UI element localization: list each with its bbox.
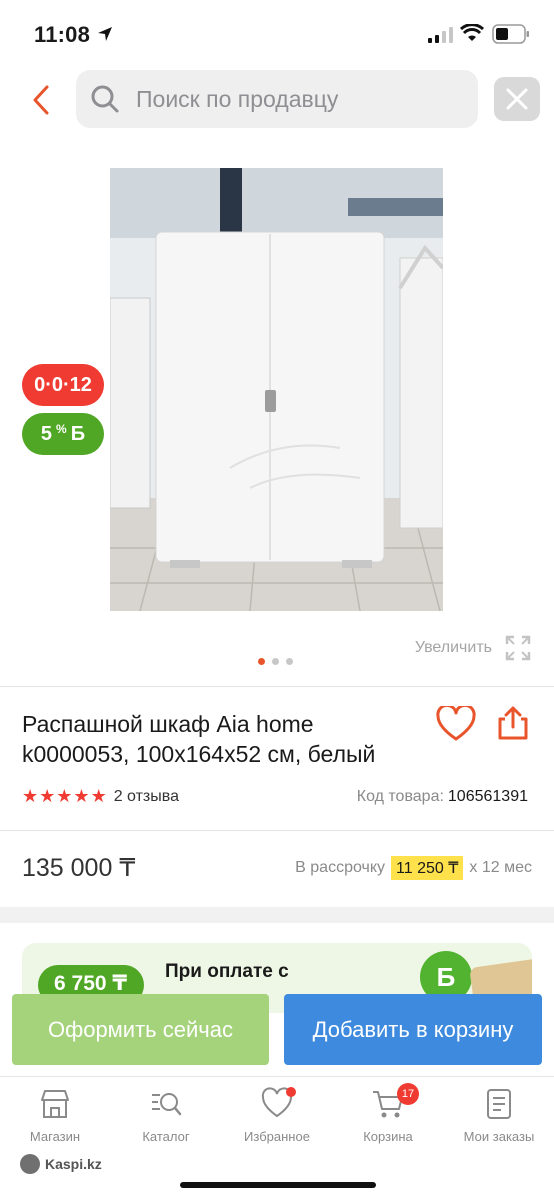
status-bar: 11:08 bbox=[0, 0, 554, 64]
close-icon bbox=[506, 88, 528, 110]
divider bbox=[0, 686, 554, 687]
home-indicator bbox=[180, 1182, 376, 1188]
installment-offer[interactable]: В рассрочку 11 250 ₸ x 12 мес bbox=[295, 856, 532, 880]
star-icon: ★ bbox=[90, 786, 107, 806]
star-icon: ★ bbox=[22, 786, 39, 806]
close-search-button[interactable] bbox=[494, 77, 540, 121]
back-button[interactable] bbox=[26, 80, 56, 120]
tab-label: Избранное bbox=[244, 1129, 310, 1144]
installment-badge: 0·0·12 bbox=[22, 364, 104, 406]
tab-favorites[interactable]: Избранное bbox=[222, 1087, 332, 1144]
gallery-pagination bbox=[258, 658, 293, 665]
brand-name: Kaspi.kz bbox=[45, 1156, 102, 1172]
product-image[interactable] bbox=[110, 168, 443, 611]
installment-term: x 12 мес bbox=[469, 859, 532, 876]
wifi-icon bbox=[460, 24, 484, 41]
installment-amount: 11 250 ₸ bbox=[391, 856, 464, 880]
bonus-percent: 5 bbox=[40, 422, 53, 445]
buy-now-button[interactable]: Оформить сейчас bbox=[12, 994, 269, 1065]
search-icon bbox=[91, 85, 119, 113]
reviews-link[interactable]: 2 отзыва bbox=[114, 788, 179, 806]
signal-icon bbox=[428, 27, 453, 43]
battery-icon bbox=[492, 24, 529, 44]
tab-catalog[interactable]: Каталог bbox=[111, 1087, 221, 1144]
status-time: 11:08 bbox=[34, 22, 91, 47]
kaspi-brand: Kaspi.kz bbox=[20, 1154, 102, 1174]
product-title: Распашной шкаф Aia home k0000053, 100x16… bbox=[22, 711, 376, 767]
add-to-cart-button[interactable]: Добавить в корзину bbox=[284, 994, 542, 1065]
product-code-label: Код товара: bbox=[356, 788, 444, 805]
zoom-label: Увеличить bbox=[414, 639, 492, 656]
expand-icon bbox=[505, 635, 531, 661]
share-button[interactable] bbox=[496, 705, 532, 743]
gallery-dot[interactable] bbox=[272, 658, 279, 665]
product-price: 135 000 ₸ bbox=[22, 854, 136, 882]
bonus-symbol: Б bbox=[70, 422, 86, 445]
bonus-badge: 5% Б bbox=[22, 413, 104, 455]
search-placeholder: Поиск по продавцу bbox=[136, 85, 339, 112]
add-to-favorites-button[interactable] bbox=[436, 703, 476, 744]
product-rating[interactable]: ★★★★★ 2 отзыва bbox=[22, 786, 179, 807]
tab-label: Мои заказы bbox=[463, 1129, 535, 1144]
location-arrow-icon bbox=[98, 27, 112, 41]
favorites-indicator-dot bbox=[286, 1087, 296, 1097]
catalog-search-icon bbox=[152, 1093, 182, 1116]
installment-prefix: В рассрочку bbox=[295, 859, 386, 876]
star-icon: ★ bbox=[39, 786, 56, 806]
rating-stars: ★★★★★ bbox=[22, 786, 108, 807]
kaspi-logo-icon bbox=[20, 1154, 40, 1174]
tab-shop[interactable]: Магазин bbox=[0, 1087, 110, 1144]
bonus-percent-sign: % bbox=[56, 422, 67, 436]
product-code-value: 106561391 bbox=[447, 788, 528, 805]
tab-orders[interactable]: Мои заказы bbox=[444, 1087, 554, 1144]
star-icon: ★ bbox=[73, 786, 90, 806]
shop-icon bbox=[41, 1090, 69, 1118]
gallery-dot[interactable] bbox=[286, 658, 293, 665]
zoom-button[interactable]: Увеличить bbox=[415, 634, 532, 662]
share-icon bbox=[498, 706, 528, 740]
star-icon: ★ bbox=[56, 786, 73, 806]
tab-label: Корзина bbox=[363, 1129, 413, 1144]
seller-search-input[interactable]: Поиск по продавцу bbox=[76, 70, 478, 128]
cart-count-badge: 17 bbox=[397, 1083, 419, 1105]
divider bbox=[0, 830, 554, 831]
product-page: 11:08 Поиск по продавцу 0·0·12 5 % Б Уве… bbox=[0, 0, 554, 1200]
tab-label: Магазин bbox=[29, 1129, 81, 1144]
chevron-left-icon bbox=[33, 85, 49, 115]
wardrobe-photo bbox=[110, 168, 443, 611]
tab-cart[interactable]: 17 Корзина bbox=[333, 1083, 443, 1144]
tab-label: Каталог bbox=[142, 1129, 190, 1144]
promo-text: При оплате с bbox=[165, 961, 289, 982]
heart-icon bbox=[436, 703, 476, 741]
section-separator bbox=[0, 907, 554, 923]
gallery-dot[interactable] bbox=[258, 658, 265, 665]
orders-icon bbox=[487, 1089, 511, 1119]
product-code: Код товара: 106561391 bbox=[357, 788, 528, 806]
